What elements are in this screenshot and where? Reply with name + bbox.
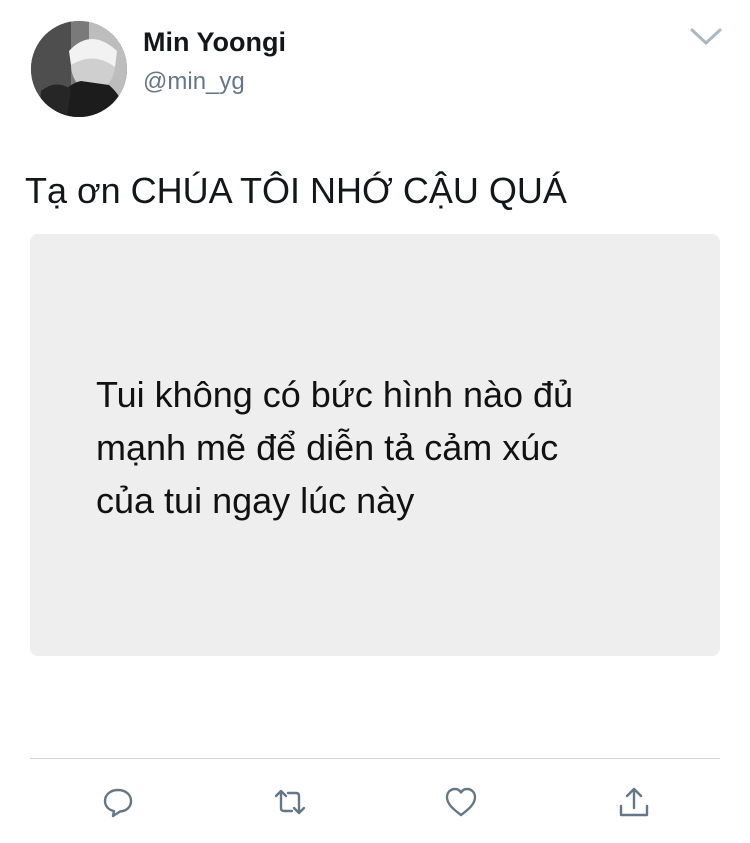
media-card[interactable]: Tui không có bức hình nào đủ mạnh mẽ để … [30, 234, 720, 656]
profile-photo-icon [31, 21, 127, 117]
retweet-arrows-icon [274, 789, 306, 815]
speech-bubble-icon [103, 788, 133, 818]
tweet-text: Tạ ơn CHÚA TÔI NHỚ CẬU QUÁ [25, 170, 567, 211]
share-upload-icon [619, 787, 649, 817]
user-handle[interactable]: @min_yg [143, 67, 245, 97]
retweet-button[interactable] [272, 784, 308, 820]
media-text: Tui không có bức hình nào đủ mạnh mẽ để … [96, 374, 574, 521]
reply-button[interactable] [100, 784, 136, 820]
avatar[interactable] [31, 21, 127, 117]
heart-icon [445, 787, 477, 817]
like-button[interactable] [443, 784, 479, 820]
display-name[interactable]: Min Yoongi [143, 26, 286, 58]
share-button[interactable] [616, 784, 652, 820]
chevron-down-icon[interactable] [688, 24, 724, 48]
divider [30, 758, 720, 759]
